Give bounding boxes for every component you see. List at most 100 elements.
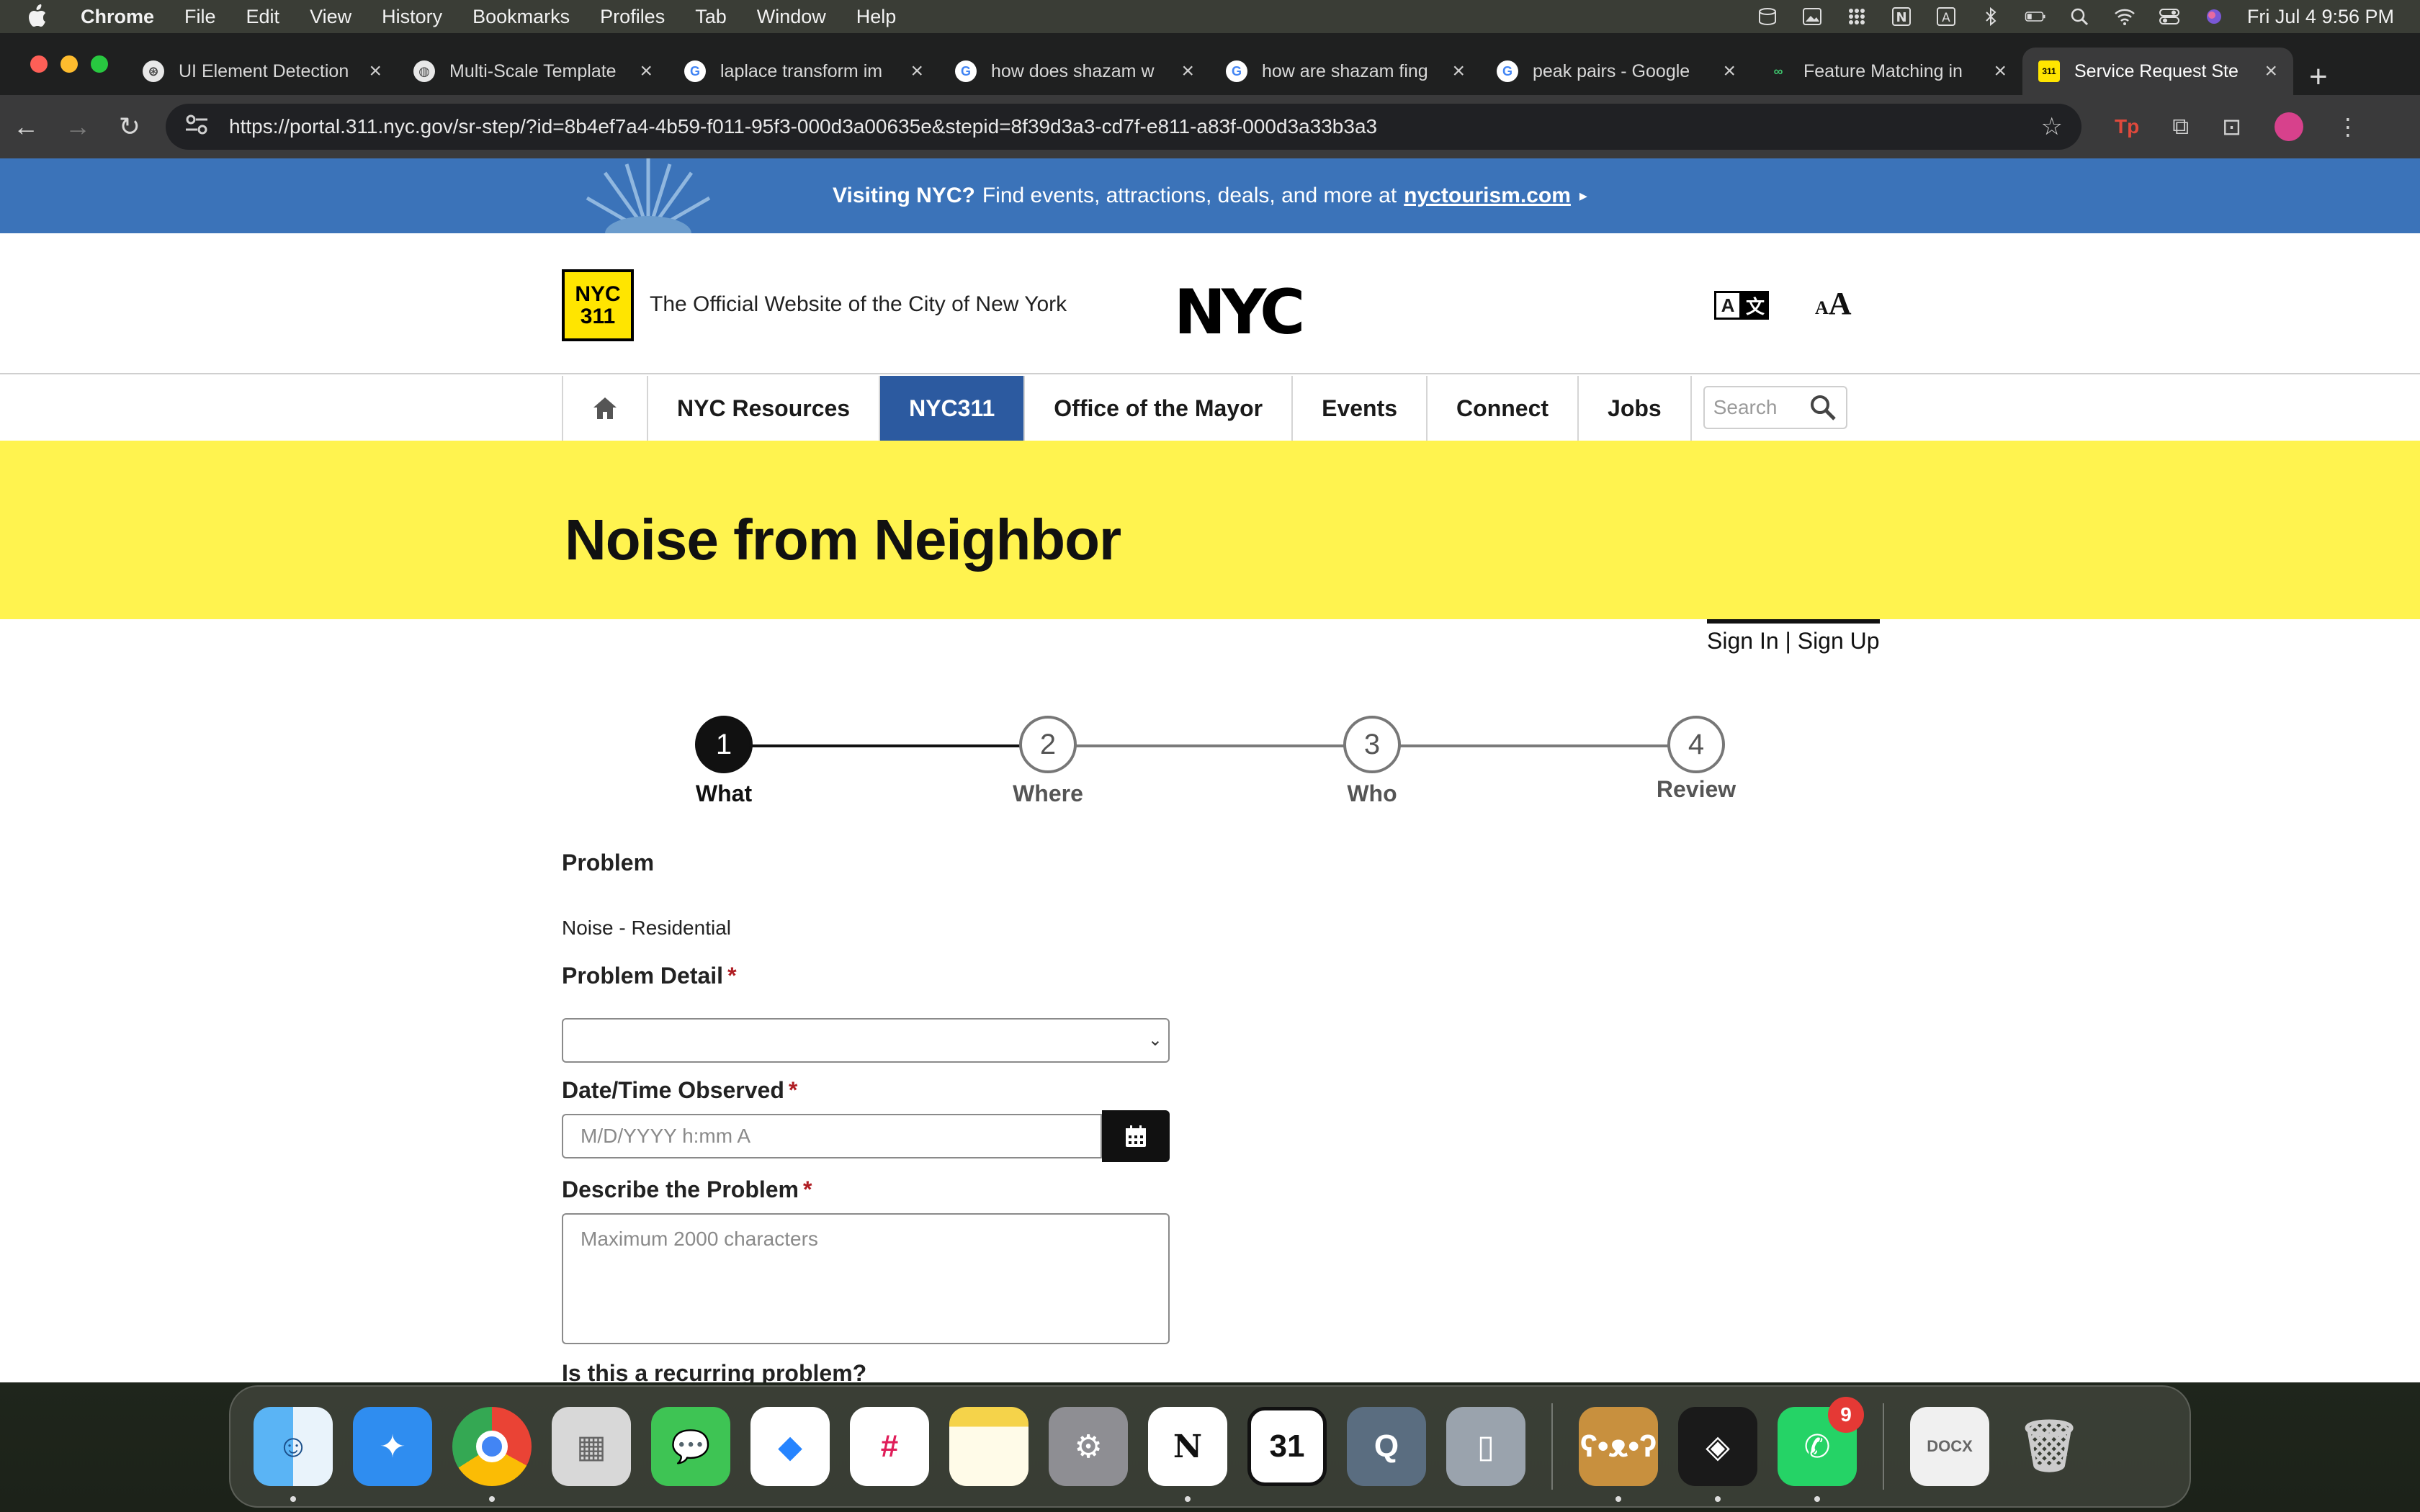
menu-edit[interactable]: Edit bbox=[246, 6, 280, 28]
trash-icon[interactable]: 🗑 bbox=[2009, 1407, 2089, 1486]
grid-icon[interactable] bbox=[1845, 6, 1868, 27]
describe-textarea[interactable]: Maximum 2000 characters bbox=[562, 1213, 1170, 1344]
nav-nyc-resources[interactable]: NYC Resources bbox=[648, 376, 881, 441]
browser-tab[interactable]: G how are shazam fing × bbox=[1210, 48, 1481, 95]
close-tab-icon[interactable]: × bbox=[1452, 59, 1465, 84]
menu-file[interactable]: File bbox=[184, 6, 216, 28]
browser-tab[interactable]: ◍ Multi-Scale Template × bbox=[398, 48, 668, 95]
sign-in-link[interactable]: Sign In bbox=[1707, 628, 1779, 654]
forward-icon[interactable]: → bbox=[52, 112, 104, 142]
notion-status-icon[interactable]: N bbox=[1890, 6, 1913, 27]
menubar-clock[interactable]: Fri Jul 4 9:56 PM bbox=[2247, 6, 2394, 28]
bear-app-icon[interactable]: ʕ•ᴥ•ʔ bbox=[1579, 1407, 1658, 1502]
safari-icon[interactable]: ✦ bbox=[353, 1407, 432, 1486]
apple-menu-icon[interactable] bbox=[26, 4, 55, 29]
input-source-icon[interactable]: A bbox=[1935, 6, 1958, 27]
menu-app-name[interactable]: Chrome bbox=[81, 6, 154, 28]
menu-bookmarks[interactable]: Bookmarks bbox=[472, 6, 570, 28]
menu-help[interactable]: Help bbox=[856, 6, 897, 28]
whatsapp-icon[interactable]: ✆ 9 bbox=[1778, 1397, 1864, 1502]
menu-profiles[interactable]: Profiles bbox=[600, 6, 665, 28]
chrome-menu-icon[interactable]: ⋮ bbox=[2336, 113, 2360, 140]
wifi-icon[interactable] bbox=[2113, 6, 2136, 27]
slack-icon[interactable]: # bbox=[850, 1407, 929, 1486]
jira-icon[interactable]: ◆ bbox=[750, 1407, 830, 1486]
back-icon[interactable]: ← bbox=[0, 112, 52, 142]
notes-icon[interactable] bbox=[949, 1407, 1028, 1486]
nav-events[interactable]: Events bbox=[1293, 376, 1428, 441]
extensions-puzzle-icon[interactable]: ⧉ bbox=[2172, 113, 2189, 140]
extension-tp-icon[interactable]: Tp bbox=[2115, 115, 2139, 138]
siri-icon[interactable] bbox=[2202, 6, 2226, 27]
menu-history[interactable]: History bbox=[382, 6, 442, 28]
close-tab-icon[interactable]: × bbox=[640, 59, 653, 84]
browser-tab[interactable]: G peak pairs - Google × bbox=[1481, 48, 1752, 95]
step-where[interactable]: 2 Where bbox=[976, 716, 1120, 807]
datetime-input[interactable]: M/D/YYYY h:mm A bbox=[562, 1114, 1102, 1158]
address-bar[interactable]: https://portal.311.nyc.gov/sr-step/?id=8… bbox=[166, 104, 2081, 150]
dock-separator bbox=[1551, 1403, 1553, 1490]
close-window-button[interactable] bbox=[30, 55, 48, 73]
launchpad-icon[interactable]: ▦ bbox=[552, 1407, 631, 1486]
notion-calendar-icon[interactable]: 31 bbox=[1247, 1407, 1327, 1486]
site-info-icon[interactable] bbox=[184, 114, 213, 140]
nyctourism-link[interactable]: nyctourism.com bbox=[1404, 184, 1571, 208]
step-review[interactable]: 4 Review bbox=[1624, 716, 1768, 803]
bluetooth-icon[interactable] bbox=[1979, 6, 2002, 27]
image-icon[interactable] bbox=[1801, 6, 1824, 27]
nav-nyc311[interactable]: NYC311 bbox=[880, 376, 1026, 441]
menu-window[interactable]: Window bbox=[757, 6, 826, 28]
bookmark-star-icon[interactable]: ☆ bbox=[2041, 112, 2063, 141]
close-tab-icon[interactable]: × bbox=[2264, 59, 2277, 84]
search-icon[interactable] bbox=[1809, 393, 1837, 422]
battery-icon[interactable] bbox=[2024, 6, 2047, 27]
required-asterisk: * bbox=[803, 1176, 812, 1202]
tab-search-icon[interactable]: ⊡ bbox=[2222, 113, 2241, 140]
step-who[interactable]: 3 Who bbox=[1300, 716, 1444, 807]
document-icon[interactable]: DOCX bbox=[1910, 1407, 1989, 1486]
close-tab-icon[interactable]: × bbox=[910, 59, 923, 84]
profile-avatar[interactable] bbox=[2274, 112, 2303, 141]
nyc-city-logo[interactable]: NYC bbox=[1174, 276, 1305, 348]
menu-tab[interactable]: Tab bbox=[695, 6, 727, 28]
quicktime-icon[interactable]: Q bbox=[1347, 1407, 1426, 1486]
database-icon[interactable] bbox=[1756, 6, 1779, 27]
notion-icon[interactable]: N bbox=[1148, 1407, 1227, 1502]
text-size-icon[interactable]: AA bbox=[1815, 285, 1852, 322]
problem-detail-select[interactable]: ⌄ bbox=[562, 1018, 1170, 1063]
new-tab-icon[interactable]: + bbox=[2309, 59, 2328, 95]
calendar-button[interactable] bbox=[1102, 1110, 1170, 1162]
close-tab-icon[interactable]: × bbox=[1994, 59, 2007, 84]
close-tab-icon[interactable]: × bbox=[1181, 59, 1194, 84]
sign-up-link[interactable]: Sign Up bbox=[1798, 628, 1880, 654]
tab-title: how does shazam w bbox=[991, 60, 1155, 81]
chrome-icon[interactable] bbox=[452, 1407, 532, 1502]
finder-icon[interactable]: ☺ bbox=[254, 1407, 333, 1502]
reload-icon[interactable]: ↻ bbox=[104, 112, 156, 142]
browser-tab[interactable]: G laplace transform im × bbox=[668, 48, 939, 95]
control-center-icon[interactable] bbox=[2158, 6, 2181, 27]
close-tab-icon[interactable]: × bbox=[1723, 59, 1736, 84]
nyc311-logo[interactable]: NYC 311 bbox=[562, 269, 634, 341]
home-icon[interactable] bbox=[563, 376, 648, 441]
perplexity-icon[interactable]: ◈ bbox=[1678, 1407, 1757, 1502]
close-tab-icon[interactable]: × bbox=[369, 59, 382, 84]
iphone-mirroring-icon[interactable]: ▯ bbox=[1446, 1407, 1525, 1486]
messages-icon[interactable]: 💬 bbox=[651, 1407, 730, 1486]
menu-view[interactable]: View bbox=[310, 6, 351, 28]
url-text[interactable]: https://portal.311.nyc.gov/sr-step/?id=8… bbox=[229, 115, 2041, 138]
nav-connect[interactable]: Connect bbox=[1428, 376, 1579, 441]
browser-tab-active[interactable]: 311 Service Request Ste × bbox=[2022, 48, 2293, 95]
minimize-window-button[interactable] bbox=[60, 55, 78, 73]
browser-tab[interactable]: G how does shazam w × bbox=[939, 48, 1210, 95]
step-what[interactable]: 1 What bbox=[652, 716, 796, 807]
site-search-input[interactable]: Search bbox=[1703, 386, 1847, 429]
browser-tab[interactable]: ∞ Feature Matching in × bbox=[1752, 48, 2022, 95]
nav-office-of-the-mayor[interactable]: Office of the Mayor bbox=[1025, 376, 1294, 441]
translate-icon[interactable]: A 文 bbox=[1714, 291, 1772, 323]
zoom-window-button[interactable] bbox=[91, 55, 108, 73]
spotlight-search-icon[interactable] bbox=[2069, 6, 2092, 27]
system-settings-icon[interactable]: ⚙ bbox=[1049, 1407, 1128, 1486]
browser-tab[interactable]: ⊛ UI Element Detection × bbox=[127, 48, 398, 95]
nav-jobs[interactable]: Jobs bbox=[1579, 376, 1692, 441]
